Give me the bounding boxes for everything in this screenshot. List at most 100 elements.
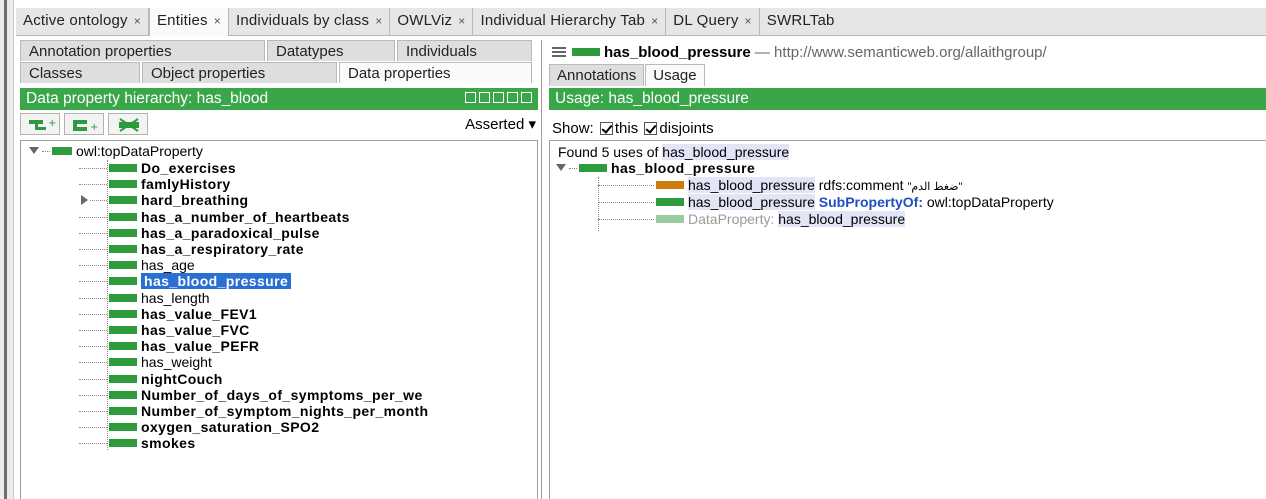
tree-item-label: famlyHistory <box>141 176 231 193</box>
data-property-icon <box>109 261 137 270</box>
add-sibling-button[interactable]: + <box>64 113 104 135</box>
expand-icon[interactable] <box>29 147 39 154</box>
tree-label: owl:topDataProperty <box>76 143 203 159</box>
close-icon[interactable]: × <box>745 14 752 28</box>
data-property-icon <box>52 147 72 155</box>
entity-view-tabs: Annotations Usage <box>549 64 706 86</box>
disjoints-checkbox[interactable] <box>644 122 658 135</box>
tab-active-ontology[interactable]: Active ontology × <box>16 8 149 36</box>
tree-item[interactable]: Number_of_days_of_symptoms_per_we <box>79 387 423 403</box>
add-sibling-icon: + <box>73 120 98 133</box>
tree-item-label: has_blood_pressure <box>141 273 292 290</box>
expand-icon[interactable] <box>556 164 566 171</box>
close-icon[interactable]: × <box>458 14 465 28</box>
tree-item[interactable]: hard_breathing <box>79 192 249 208</box>
delete-property-icon <box>119 118 139 132</box>
tab-individuals[interactable]: Individuals <box>397 40 532 61</box>
usage-subject: has_blood_pressure <box>688 177 815 193</box>
tab-swrltab[interactable]: SWRLTab <box>760 8 842 36</box>
usage-keyword: DataProperty: <box>688 211 775 227</box>
data-property-icon <box>109 180 137 189</box>
tree-item[interactable]: has_length <box>79 290 210 306</box>
usage-keyword: SubPropertyOf: <box>818 194 923 210</box>
usage-header: Usage: has_blood_pressure <box>549 88 1266 110</box>
tab-datatypes[interactable]: Datatypes <box>267 40 395 61</box>
tree-item[interactable]: Do_exercises <box>79 160 236 176</box>
tree-item[interactable]: oxygen_saturation_SPO2 <box>79 419 319 435</box>
tab-data-properties[interactable]: Data properties <box>339 62 532 83</box>
tree-item[interactable]: has_value_FEV1 <box>79 306 257 322</box>
data-property-icon <box>109 212 137 221</box>
tab-entities[interactable]: Entities × <box>148 8 229 36</box>
usage-item[interactable]: has_blood_pressure SubPropertyOf: owl:to… <box>598 194 1054 210</box>
split-vertical-icon[interactable] <box>479 92 490 103</box>
tab-label: Active ontology <box>23 12 128 29</box>
close-icon[interactable]: × <box>214 14 221 28</box>
close-icon[interactable]: × <box>134 14 141 28</box>
window-left-edge <box>0 0 14 499</box>
menu-icon[interactable] <box>552 47 566 57</box>
tree-item[interactable]: has_value_PEFR <box>79 338 259 354</box>
tree-item[interactable]: has_a_respiratory_rate <box>79 241 304 257</box>
tree-item[interactable]: has_blood_pressure <box>79 273 292 290</box>
delete-property-button[interactable] <box>108 113 148 135</box>
help-icon[interactable] <box>465 92 476 103</box>
entity-type-tabs: Annotation properties Datatypes Individu… <box>20 40 538 84</box>
tab-annotations[interactable]: Annotations <box>549 64 645 86</box>
tree-item[interactable]: famlyHistory <box>79 176 231 192</box>
close-icon[interactable]: × <box>375 14 382 28</box>
expand-icon[interactable] <box>81 195 88 206</box>
data-property-icon <box>109 164 137 172</box>
tree-root[interactable]: owl:topDataProperty <box>29 143 203 159</box>
entity-iri: — http://www.semanticweb.org/allaithgrou… <box>754 44 1047 61</box>
tree-item[interactable]: smokes <box>79 435 196 451</box>
tab-object-properties[interactable]: Object properties <box>142 62 337 83</box>
data-property-icon <box>656 198 684 206</box>
float-icon[interactable] <box>507 92 518 103</box>
data-property-tree[interactable]: owl:topDataProperty Do_exercises famlyHis… <box>20 140 538 499</box>
data-property-icon <box>579 164 607 172</box>
usage-root[interactable]: has_blood_pressure <box>556 160 755 176</box>
tree-item[interactable]: has_a_number_of_heartbeats <box>79 209 350 225</box>
data-property-icon <box>109 309 137 318</box>
usage-object: owl:topDataProperty <box>926 194 1054 210</box>
tab-label: Individual Hierarchy Tab <box>480 12 646 29</box>
split-horizontal-icon[interactable] <box>493 92 504 103</box>
data-property-icon <box>572 48 600 56</box>
tree-item[interactable]: has_value_FVC <box>79 322 250 338</box>
tab-usage[interactable]: Usage <box>645 64 705 86</box>
tree-item[interactable]: has_weight <box>79 354 212 370</box>
tab-owlviz[interactable]: OWLViz × <box>390 8 474 36</box>
tree-item-label: has_value_FVC <box>141 322 250 338</box>
tab-label: Entities <box>156 12 208 29</box>
this-checkbox[interactable] <box>599 122 613 135</box>
tab-individual-hierarchy[interactable]: Individual Hierarchy Tab × <box>473 8 667 36</box>
data-property-icon <box>109 326 137 334</box>
asserted-dropdown[interactable]: Asserted ▾ <box>465 115 536 133</box>
entity-title: has_blood_pressure — http://www.semantic… <box>552 44 1266 62</box>
panel-divider[interactable] <box>541 40 542 499</box>
tree-item-label: smokes <box>141 435 196 452</box>
usage-list[interactable]: Found 5 uses of has_blood_pressure has_b… <box>549 140 1266 499</box>
tab-classes[interactable]: Classes <box>20 62 140 83</box>
data-property-icon <box>109 293 137 302</box>
add-subproperty-icon: + <box>29 118 56 130</box>
tree-item[interactable]: nightCouch <box>79 371 223 387</box>
usage-item[interactable]: DataProperty: has_blood_pressure <box>598 211 906 227</box>
tree-item[interactable]: has_a_paradoxical_pulse <box>79 225 320 241</box>
tree-item[interactable]: Number_of_symptom_nights_per_month <box>79 403 428 419</box>
tree-item-label: has_weight <box>141 354 212 371</box>
tab-annotation-properties[interactable]: Annotation properties <box>20 40 265 61</box>
data-property-icon <box>109 358 137 367</box>
add-subproperty-button[interactable]: + <box>20 113 60 135</box>
tab-individuals-by-class[interactable]: Individuals by class × <box>229 8 391 36</box>
data-property-icon <box>656 215 684 223</box>
this-label: this <box>614 120 639 137</box>
tab-dl-query[interactable]: DL Query × <box>666 8 760 36</box>
usage-predicate: rdfs:comment <box>818 177 904 193</box>
close-view-icon[interactable] <box>521 92 532 103</box>
close-icon[interactable]: × <box>651 14 658 28</box>
usage-item[interactable]: has_blood_pressure rdfs:comment "ضغط الد… <box>598 177 962 193</box>
tree-item[interactable]: has_age <box>79 257 195 273</box>
svg-text:+: + <box>90 122 98 133</box>
